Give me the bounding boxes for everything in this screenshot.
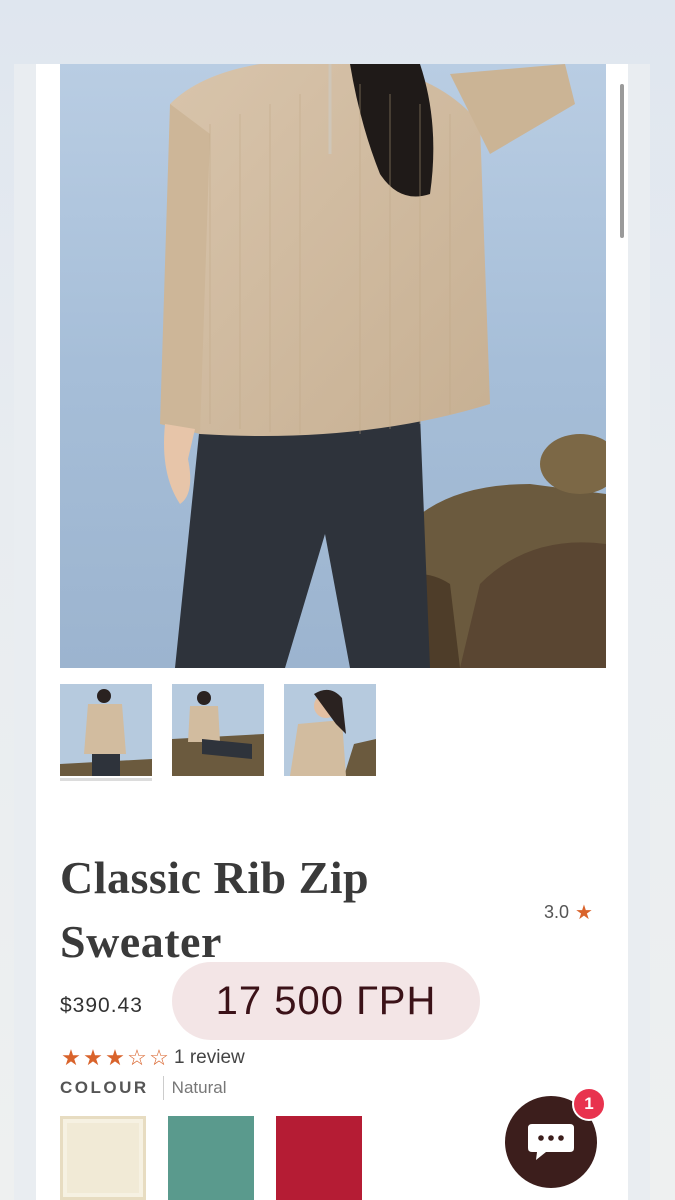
colour-label: COLOUR — [60, 1076, 164, 1100]
swatch-red[interactable] — [276, 1116, 362, 1200]
star-filled-icon: ★ — [105, 1045, 125, 1070]
rating-value: 3.0 — [544, 902, 570, 922]
star-empty-icon: ☆ — [127, 1045, 147, 1070]
scrollbar[interactable] — [620, 84, 624, 238]
chat-notification-badge: 1 — [572, 1087, 606, 1121]
model-photo-illustration — [60, 64, 606, 668]
thumbnail-strip — [60, 684, 376, 776]
product-title: Classic Rib Zip Sweater — [60, 852, 370, 967]
active-thumbnail-indicator — [60, 778, 152, 781]
colour-swatches — [60, 1116, 362, 1200]
thumbnail-standing[interactable] — [60, 684, 152, 776]
review-count[interactable]: 1 review — [174, 1047, 245, 1069]
thumbnail-closeup-image — [284, 684, 376, 776]
swatch-sage[interactable] — [168, 1116, 254, 1200]
selected-colour: Natural — [171, 1078, 227, 1097]
chat-bubble-icon — [528, 1124, 574, 1160]
star-filled-icon: ★ — [61, 1045, 81, 1070]
main-product-image[interactable] — [60, 64, 606, 668]
star-filled-icon: ★ — [83, 1045, 103, 1070]
price-overlay-badge: 17 500 ГРН — [172, 962, 480, 1040]
colour-selector-label: COLOUR Natural — [60, 1076, 226, 1100]
thumbnail-standing-image — [60, 684, 152, 776]
product-price: $390.43 — [60, 994, 143, 1017]
star-icon: ★ — [575, 902, 593, 924]
rating-summary[interactable]: 3.0 ★ — [544, 900, 593, 925]
thumbnail-sitting[interactable] — [172, 684, 264, 776]
thumbnail-closeup[interactable] — [284, 684, 376, 776]
star-empty-icon: ☆ — [149, 1045, 169, 1070]
star-rating[interactable]: ★ ★ ★ ☆ ☆ 1 review — [60, 1046, 245, 1070]
thumbnail-sitting-image — [172, 684, 264, 776]
swatch-natural[interactable] — [60, 1116, 146, 1200]
